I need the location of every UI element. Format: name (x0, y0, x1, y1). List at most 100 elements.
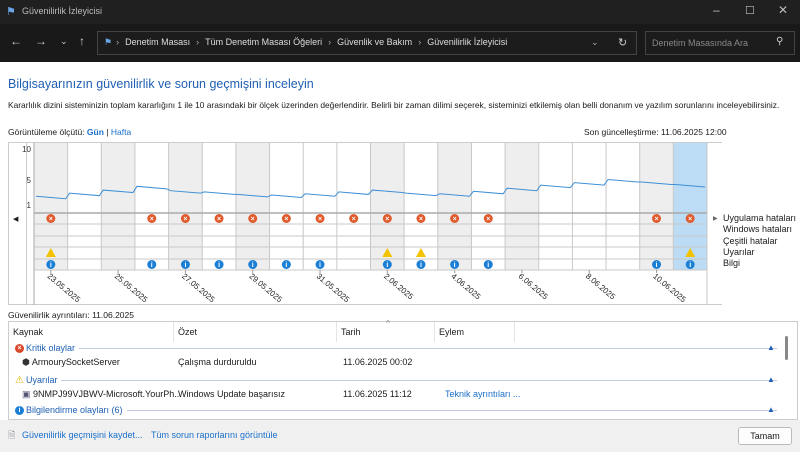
x-tick-label: 29.05.2025 (247, 272, 284, 305)
day-column-5.06.2025[interactable] (471, 143, 506, 270)
search-placeholder: Denetim Masasında Ara (652, 38, 749, 48)
row-summary: Çalışma durduruldu (178, 357, 257, 367)
collapse-icon[interactable]: ▲ (767, 405, 775, 414)
icon-glyph: i (454, 262, 456, 269)
icon-glyph: i (487, 262, 489, 269)
breadcrumb-item[interactable]: Güvenlik ve Bakım (337, 37, 412, 47)
column-header-source[interactable]: Kaynak (9, 322, 174, 342)
save-history-link[interactable]: Güvenilirlik geçmişini kaydet... (22, 430, 143, 440)
flag-icon: ⚑ (6, 6, 16, 18)
icon-glyph: × (318, 216, 322, 223)
column-header-action[interactable]: Eylem (435, 322, 515, 342)
view-separator: | (106, 127, 109, 137)
x-tick-label: 2.06.2025 (382, 272, 415, 302)
collapse-icon[interactable]: ▲ (767, 375, 775, 384)
icon-glyph: × (183, 216, 187, 223)
day-column-30.05.2025[interactable] (269, 143, 304, 270)
close-button[interactable]: ✕ (778, 3, 788, 17)
page-title: Bilgisayarınızın güvenilirlik ve sorun g… (8, 77, 314, 91)
day-column-1.06.2025[interactable] (336, 143, 371, 270)
scroll-right-button[interactable]: ▶ (713, 215, 718, 222)
day-column-8.06.2025[interactable] (572, 143, 607, 270)
day-column-29.05.2025[interactable] (235, 143, 270, 270)
info-icon: i (15, 405, 24, 415)
icon-glyph: × (688, 216, 692, 223)
breadcrumb-item[interactable]: Denetim Masası (125, 37, 190, 47)
legend-item: Çeşitli hatalar (723, 235, 778, 246)
view-all-reports-link[interactable]: Tüm sorun raporlarını görüntüle (151, 430, 278, 440)
window-title: Güvenilirlik İzleyicisi (22, 6, 103, 16)
icon-glyph: × (217, 216, 221, 223)
x-tick-label: 8.06.2025 (584, 272, 617, 302)
day-column-27.05.2025[interactable] (168, 143, 203, 270)
day-column-10.06.2025[interactable] (639, 143, 674, 270)
app-icon: ▣ (22, 389, 31, 399)
column-header-summary[interactable]: Özet (174, 322, 337, 342)
icon-glyph: i (184, 262, 186, 269)
breadcrumb-item[interactable]: Güvenilirlik İzleyicisi (427, 37, 507, 47)
x-tick-label: 25.05.2025 (113, 272, 150, 305)
icon-glyph: × (49, 216, 53, 223)
description: Kararlılık dizini sisteminizin toplam ka… (8, 100, 780, 110)
x-tick-label: 6.06.2025 (517, 272, 550, 302)
back-button[interactable]: ← (10, 34, 22, 48)
legend-item: Uygulama hataları (723, 213, 797, 223)
icon-glyph: i (420, 262, 422, 269)
maximize-button[interactable]: ☐ (745, 4, 755, 17)
row-date: 11.06.2025 00:02 (343, 357, 413, 367)
day-column-25.05.2025[interactable] (101, 143, 135, 270)
icon-glyph: i (689, 262, 691, 269)
group-warnings[interactable]: ⚠ Uyarılar (15, 373, 777, 387)
day-column-9.06.2025[interactable] (606, 143, 640, 270)
day-column-6.06.2025[interactable] (505, 143, 539, 270)
group-critical[interactable]: × Kritik olaylar (15, 341, 777, 355)
address-dropdown-icon[interactable]: ⌄ (591, 37, 599, 48)
row-source: 9NMPJ99VJBWV-Microsoft.YourPh... (33, 389, 182, 399)
icon-glyph: i (386, 262, 388, 269)
legend-item: Windows hataları (723, 224, 793, 235)
forward-button[interactable]: → (35, 34, 47, 48)
sort-indicator-icon: ^ (386, 319, 390, 328)
title-bar: ⚑ Güvenilirlik İzleyicisi – ☐ ✕ (0, 0, 800, 24)
table-row[interactable]: ▣ 9NMPJ99VJBWV-Microsoft.YourPh... (22, 387, 182, 401)
day-column-4.06.2025[interactable] (437, 143, 472, 270)
app-icon: ⬢ (22, 357, 30, 367)
icon-glyph: × (150, 216, 154, 223)
refresh-button[interactable]: ↻ (618, 36, 627, 49)
technical-details-link[interactable]: Teknik ayrıntıları ... (445, 387, 521, 401)
scrollbar-thumb[interactable] (785, 336, 788, 360)
day-column-7.06.2025[interactable] (538, 143, 573, 270)
day-column-31.05.2025[interactable] (303, 143, 337, 270)
error-icon: × (15, 343, 24, 353)
x-tick-label: 31.05.2025 (315, 272, 352, 305)
recent-dropdown[interactable]: ⌄ (60, 36, 68, 47)
icon-glyph: i (285, 262, 287, 269)
reliability-chart[interactable]: ◀ 10 5 1 × × × × × × × × × × × × × × i i i i i i i i i i i i i 23.05.2… (8, 142, 722, 305)
view-week-link[interactable]: Hafta (111, 127, 131, 137)
collapse-icon[interactable]: ▲ (767, 343, 775, 352)
up-button[interactable]: ↑ (79, 34, 85, 48)
last-updated: Son güncelleştirme: 11.06.2025 12:00 (584, 127, 727, 137)
icon-glyph: i (151, 262, 153, 269)
day-column-26.05.2025[interactable] (134, 143, 169, 270)
address-bar[interactable]: ⚑ › Denetim Masası › Tüm Denetim Masası Öğel… (97, 31, 637, 55)
warning-icon: ⚠ (15, 374, 24, 386)
view-day-link[interactable]: Gün (87, 127, 104, 137)
ok-button[interactable]: Tamam (738, 427, 792, 445)
group-label: Bilgilendirme olayları (6) (26, 405, 123, 415)
footer: 🗎 Güvenilirlik geçmişini kaydet... Tüm s… (0, 420, 800, 452)
icon-glyph: i (252, 262, 254, 269)
day-column-28.05.2025[interactable] (202, 143, 236, 270)
icon-glyph: × (352, 216, 356, 223)
table-row[interactable]: ⬢ ArmourySocketServer (22, 355, 120, 369)
save-icon: 🗎 (8, 430, 16, 440)
day-column-24.05.2025[interactable] (67, 143, 102, 270)
legend-item: Uyarılar (723, 246, 755, 257)
group-info[interactable]: i Bilgilendirme olayları (6) (15, 403, 777, 417)
breadcrumb-item[interactable]: Tüm Denetim Masası Öğeleri (205, 37, 322, 47)
minimize-button[interactable]: – (713, 3, 720, 17)
view-selector: Görüntüleme ölçütü: Gün | Hafta (8, 127, 131, 137)
search-input[interactable]: Denetim Masasında Ara ⚲ (645, 31, 795, 55)
row-date: 11.06.2025 11:12 (343, 389, 412, 399)
icon-glyph: i (218, 262, 220, 269)
